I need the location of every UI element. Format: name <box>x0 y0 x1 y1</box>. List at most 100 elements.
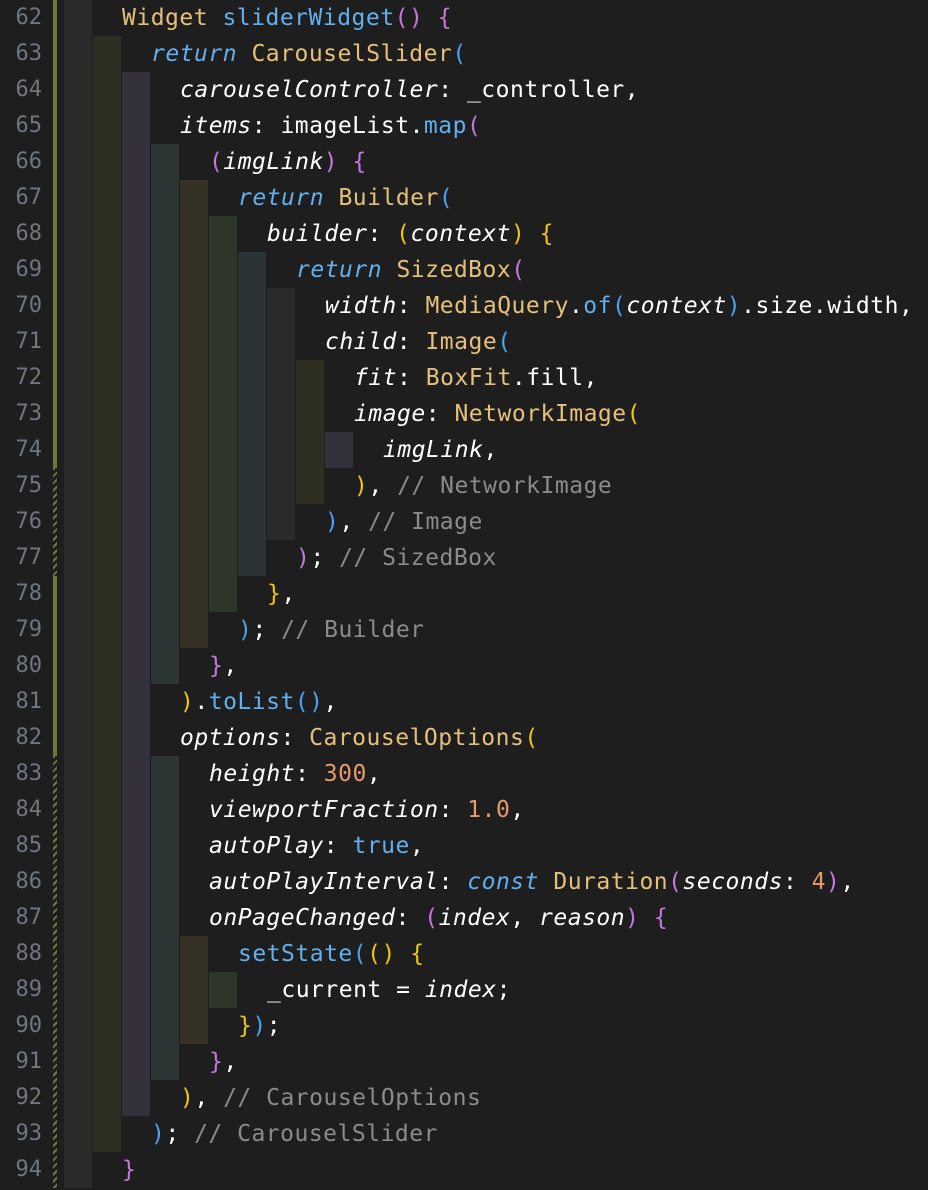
code-token: context <box>626 293 727 319</box>
code-token: ( <box>612 293 627 319</box>
code-token: , <box>510 797 525 823</box>
code-token: () <box>294 689 324 715</box>
code-token: ; <box>496 977 511 1003</box>
code-line[interactable]: }, <box>209 1044 238 1080</box>
code-token: { <box>539 221 555 247</box>
code-line[interactable]: ).toList(), <box>180 684 338 720</box>
code-token: } <box>209 1049 224 1075</box>
line-number: 68 <box>15 221 43 246</box>
code-token: ( <box>396 221 411 247</box>
code-token: , <box>323 689 338 715</box>
code-token: of <box>583 293 612 319</box>
line-number: 66 <box>15 149 43 174</box>
indent-guide <box>64 0 92 1188</box>
code-token: , <box>339 509 369 535</box>
line-number: 85 <box>15 833 43 858</box>
code-token: autoPlayInterval <box>209 869 439 895</box>
code-token: 300 <box>323 761 367 787</box>
code-token: width <box>325 293 397 319</box>
code-line[interactable]: ); // Builder <box>238 612 425 648</box>
code-line[interactable]: ); // SizedBox <box>296 540 497 576</box>
code-token: BoxFit <box>425 365 512 391</box>
line-number: 84 <box>15 797 43 822</box>
code-line[interactable]: _current = index; <box>267 972 511 1008</box>
line-number: 77 <box>15 545 43 570</box>
code-editor[interactable]: 62 63 64 65 66 67 68 69 70 71 72 73 74 75 76 77 78 79 80 81… <box>0 0 928 1190</box>
code-line[interactable]: } <box>122 1152 136 1188</box>
code-token: : _controller, <box>438 77 640 103</box>
code-line[interactable]: autoPlay: true, <box>209 828 424 864</box>
code-line[interactable]: image: NetworkImage( <box>354 396 641 432</box>
code-line[interactable]: (imgLink) { <box>209 144 367 180</box>
code-token: . <box>568 293 584 319</box>
code-token: reason <box>539 905 626 931</box>
code-line[interactable]: }, <box>267 576 296 612</box>
line-number: 94 <box>15 1157 43 1182</box>
code-line[interactable]: return CarouselSlider( <box>151 36 467 72</box>
code-token: ) <box>323 149 339 175</box>
code-token: fit <box>354 365 398 391</box>
indent-guide <box>209 216 237 612</box>
code-token: carouselController <box>180 77 439 103</box>
code-token: _current = <box>267 977 425 1003</box>
indent-guide <box>151 756 179 1080</box>
code-token: // NetworkImage <box>397 473 613 499</box>
code-line[interactable]: }, <box>209 648 238 684</box>
code-line[interactable]: return Builder( <box>238 180 453 216</box>
code-token: context <box>410 221 511 247</box>
code-token: Widget <box>122 5 223 31</box>
code-token: : <box>425 401 455 427</box>
code-token: SizedBox <box>396 257 512 283</box>
code-token: ; <box>165 1121 195 1147</box>
code-line[interactable]: autoPlayInterval: const Duration(seconds… <box>209 864 855 900</box>
code-line[interactable]: }); <box>238 1008 281 1044</box>
code-token: ) <box>325 509 340 535</box>
code-line[interactable]: fit: BoxFit.fill, <box>354 360 598 396</box>
code-line[interactable]: viewportFraction: 1.0, <box>209 792 525 828</box>
code-token: ( <box>626 401 641 427</box>
code-token: imgLink <box>383 437 484 463</box>
code-line[interactable]: setState(() { <box>238 936 425 972</box>
indent-guide <box>209 972 237 1008</box>
line-number: 74 <box>15 437 43 462</box>
code-line[interactable]: ); // CarouselSlider <box>151 1116 438 1152</box>
code-token: ) <box>180 1085 195 1111</box>
code-line[interactable]: height: 300, <box>209 756 381 792</box>
code-line[interactable]: imgLink, <box>383 432 498 468</box>
code-line[interactable]: builder: (context) { <box>267 216 554 252</box>
code-line[interactable]: onPageChanged: (index, reason) { <box>209 900 668 936</box>
code-token: items <box>180 113 252 139</box>
code-token: Image <box>425 329 498 355</box>
line-number: 64 <box>15 77 43 102</box>
indent-guide <box>238 252 266 576</box>
code-line[interactable]: items: imageList.map( <box>180 108 481 144</box>
code-token: // SizedBox <box>339 545 497 571</box>
code-token: ; <box>310 545 340 571</box>
code-line[interactable]: carouselController: _controller, <box>180 72 639 108</box>
code-line[interactable]: options: CarouselOptions( <box>180 720 539 756</box>
code-token: ( <box>497 329 512 355</box>
code-token: , <box>368 473 398 499</box>
code-token: seconds <box>682 869 783 895</box>
git-change-marker <box>53 0 57 756</box>
code-token: imgLink <box>223 149 324 175</box>
code-line[interactable]: Widget sliderWidget() { <box>122 0 452 36</box>
code-line[interactable]: child: Image( <box>325 324 512 360</box>
code-line[interactable]: ), // CarouselOptions <box>180 1080 481 1116</box>
code-token: , <box>194 1085 224 1111</box>
line-number-gutter: 62 63 64 65 66 67 68 69 70 71 72 73 74 75 76 77 78 79 80 81… <box>0 0 57 1190</box>
code-line[interactable]: ), // NetworkImage <box>354 468 612 504</box>
code-token: // CarouselOptions <box>223 1085 482 1111</box>
code-token: ( <box>424 905 439 931</box>
code-token: Duration <box>553 869 669 895</box>
code-line[interactable]: width: MediaQuery.of(context).size.width… <box>325 288 913 324</box>
code-token: // Builder <box>281 617 425 643</box>
line-number: 72 <box>15 365 43 390</box>
code-line[interactable]: ), // Image <box>325 504 483 540</box>
code-line[interactable]: return SizedBox( <box>296 252 526 288</box>
code-token: 4 <box>811 869 826 895</box>
line-number: 75 <box>15 473 43 498</box>
indent-guide <box>151 144 179 684</box>
code-token: .size.width, <box>741 293 914 319</box>
